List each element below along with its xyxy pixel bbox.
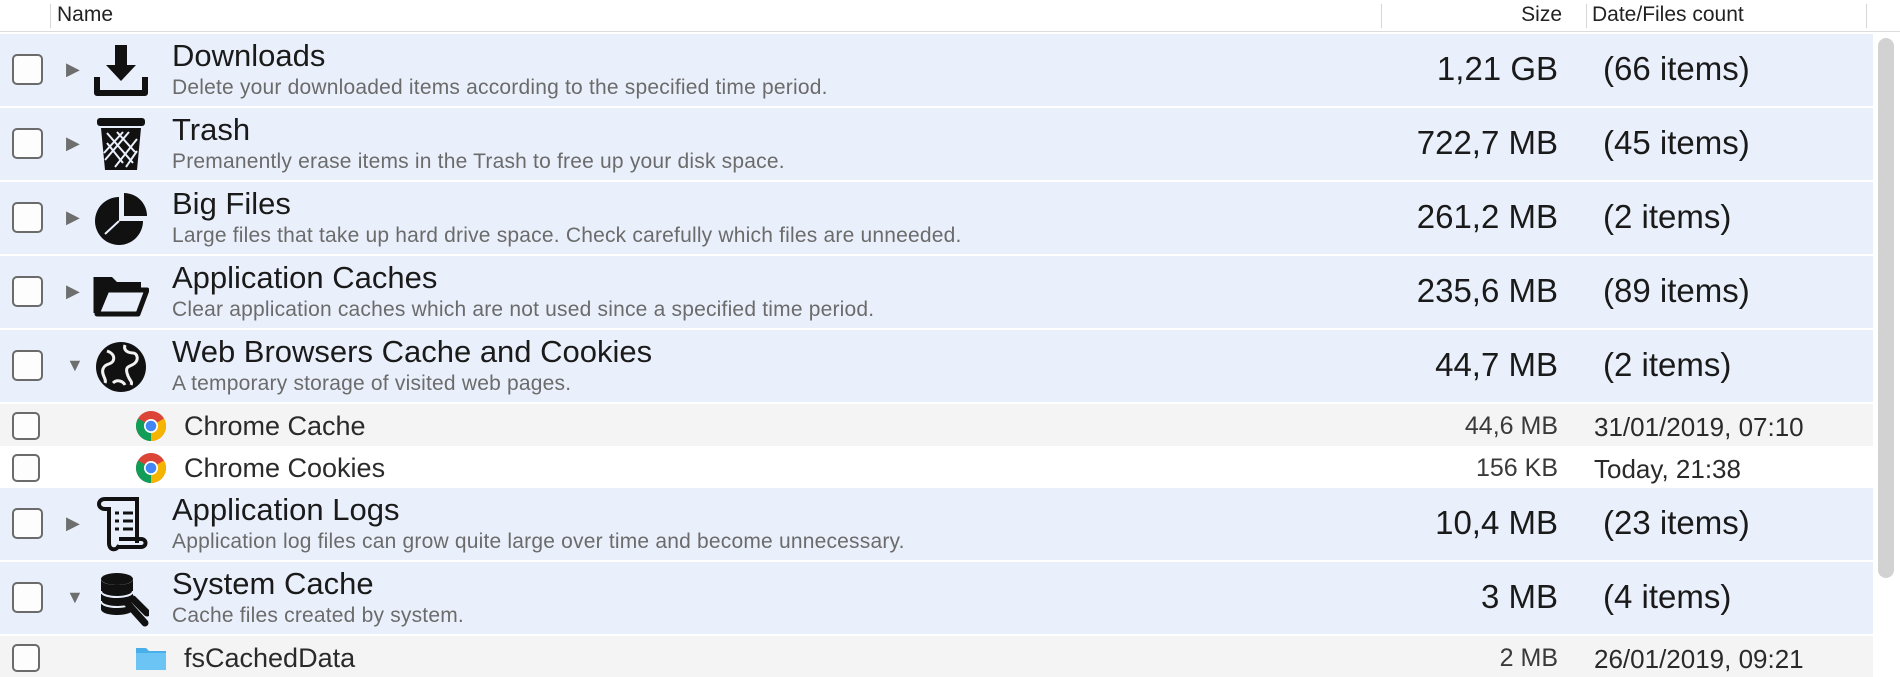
checkbox[interactable]: [12, 350, 43, 381]
size-column-header[interactable]: Size: [1521, 3, 1562, 27]
category-title: Big Files: [172, 186, 291, 221]
category-row-system-cache[interactable]: ▼ System Cache Cache files created by sy…: [0, 562, 1873, 636]
column-separator: [1866, 4, 1867, 28]
column-separator[interactable]: [1381, 4, 1382, 28]
download-icon: [93, 41, 149, 99]
checkbox[interactable]: [12, 412, 40, 440]
chrome-icon: [135, 452, 167, 484]
disclosure-triangle-expanded-icon[interactable]: ▼: [66, 587, 86, 607]
pie-chart-icon: [93, 189, 149, 247]
item-row-chrome-cookies[interactable]: Chrome Cookies 156 KB Today, 21:38: [0, 446, 1873, 488]
disclosure-triangle-expanded-icon[interactable]: ▼: [66, 355, 86, 375]
item-size: 44,6 MB: [1464, 412, 1558, 440]
category-row-application-logs[interactable]: ▶ Application Logs Application log files…: [0, 488, 1873, 562]
category-title: Application Caches: [172, 260, 438, 295]
item-name: fsCachedData: [184, 643, 356, 673]
category-description: Application log files can grow quite lar…: [172, 530, 905, 553]
item-name: Chrome Cookies: [184, 453, 386, 483]
checkbox[interactable]: [12, 128, 43, 159]
item-size: 156 KB: [1475, 454, 1558, 482]
database-icon: [93, 569, 151, 627]
category-count: (66 items): [1603, 50, 1750, 87]
category-title: Web Browsers Cache and Cookies: [172, 334, 653, 369]
vertical-scrollbar[interactable]: [1878, 38, 1894, 578]
folder-icon: [93, 263, 150, 321]
disclosure-triangle-icon[interactable]: ▶: [66, 513, 86, 533]
category-size: 3 MB: [1480, 578, 1558, 615]
column-header: Name Size Date/Files count: [0, 0, 1900, 32]
category-title: Trash: [172, 112, 251, 147]
category-count: (89 items): [1603, 272, 1750, 309]
category-description: Clear application caches which are not u…: [172, 298, 875, 321]
checkbox[interactable]: [12, 454, 40, 482]
item-row-chrome-cache[interactable]: Chrome Cache 44,6 MB 31/01/2019, 07:10: [0, 404, 1873, 446]
category-size: 1,21 GB: [1436, 50, 1558, 87]
category-row-web-browsers[interactable]: ▼ Web Browsers Cache and Cookies A tempo…: [0, 330, 1873, 404]
category-count: (23 items): [1603, 504, 1750, 541]
checkbox[interactable]: [12, 582, 43, 613]
globe-icon: [93, 337, 149, 395]
category-title: Application Logs: [172, 492, 400, 527]
disclosure-triangle-icon[interactable]: ▶: [66, 207, 86, 227]
category-size: 10,4 MB: [1435, 504, 1558, 541]
category-description: Delete your downloaded items according t…: [172, 76, 828, 99]
category-title: System Cache: [172, 566, 374, 601]
category-count: (45 items): [1603, 124, 1750, 161]
cleanup-list: ▶ Downloads Delete your downloaded items…: [0, 34, 1873, 677]
category-row-application-caches[interactable]: ▶ Application Caches Clear application c…: [0, 256, 1873, 330]
trash-icon: [93, 115, 149, 173]
checkbox[interactable]: [12, 54, 43, 85]
date-column-header[interactable]: Date/Files count: [1592, 3, 1744, 27]
category-size: 235,6 MB: [1416, 272, 1558, 309]
column-separator[interactable]: [1586, 4, 1587, 28]
category-size: 44,7 MB: [1435, 346, 1558, 383]
item-name: Chrome Cache: [184, 411, 366, 441]
category-count: (2 items): [1603, 198, 1732, 235]
disclosure-triangle-icon[interactable]: ▶: [66, 59, 86, 79]
category-row-downloads[interactable]: ▶ Downloads Delete your downloaded items…: [0, 34, 1873, 108]
item-size: 2 MB: [1499, 644, 1558, 672]
category-row-trash[interactable]: ▶ Trash Premanently erase items in the T…: [0, 108, 1873, 182]
item-date: Today, 21:38: [1594, 454, 1741, 484]
category-count: (2 items): [1603, 346, 1732, 383]
column-separator: [50, 4, 51, 28]
category-description: Premanently erase items in the Trash to …: [172, 150, 785, 173]
checkbox[interactable]: [12, 644, 40, 672]
name-column-header[interactable]: Name: [57, 3, 113, 27]
category-row-big-files[interactable]: ▶ Big Files Large files that take up har…: [0, 182, 1873, 256]
category-title: Downloads: [172, 38, 326, 73]
item-date: 31/01/2019, 07:10: [1594, 412, 1804, 442]
category-size: 722,7 MB: [1416, 124, 1558, 161]
disclosure-triangle-icon[interactable]: ▶: [66, 281, 86, 301]
item-row-fscacheddata[interactable]: fsCachedData 2 MB 26/01/2019, 09:21: [0, 636, 1873, 677]
category-description: Large files that take up hard drive spac…: [172, 224, 962, 247]
category-description: A temporary storage of visited web pages…: [172, 372, 572, 395]
checkbox[interactable]: [12, 202, 43, 233]
category-count: (4 items): [1603, 578, 1732, 615]
disclosure-triangle-icon[interactable]: ▶: [66, 133, 86, 153]
category-size: 261,2 MB: [1416, 198, 1558, 235]
chrome-icon: [135, 410, 167, 442]
checkbox[interactable]: [12, 276, 43, 307]
category-description: Cache files created by system.: [172, 604, 464, 627]
scroll-icon: [93, 495, 149, 553]
item-date: 26/01/2019, 09:21: [1594, 644, 1804, 674]
checkbox[interactable]: [12, 508, 43, 539]
blue-folder-icon: [135, 642, 167, 674]
